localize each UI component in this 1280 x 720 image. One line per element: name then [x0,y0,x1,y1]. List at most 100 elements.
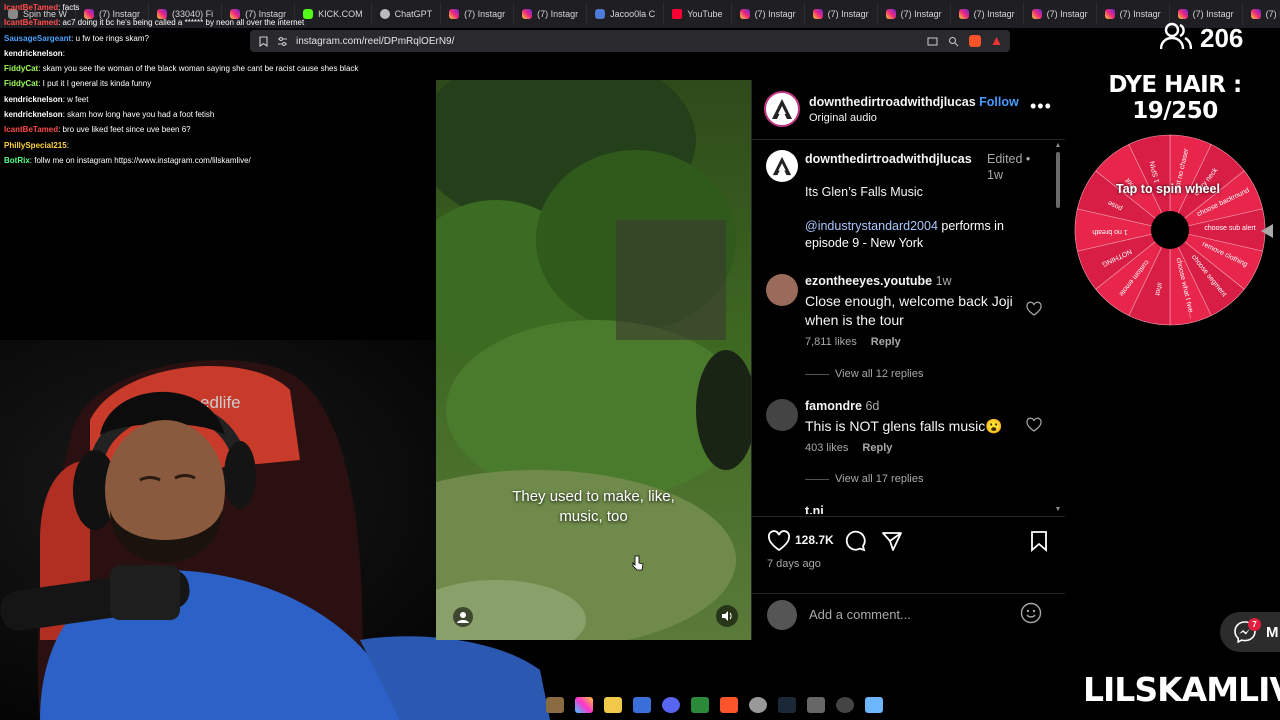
spin-wheel[interactable]: shot no chaser crazy neck choose backround… [1073,133,1267,327]
stream-chat: IcantBeTamed: facts IcantBeTamed: ac7 doi… [0,0,420,170]
commenter-username[interactable]: famondre [805,399,862,413]
tagged-people-icon[interactable] [453,607,473,627]
spin-wheel-graphic[interactable]: shot no chaser crazy neckchoose backround… [1073,133,1267,327]
chat-username[interactable]: BotRix [4,156,30,165]
rewards-icon[interactable] [991,36,1002,47]
follow-button[interactable]: Follow [979,95,1019,109]
view-replies[interactable]: View all 17 replies [805,473,923,485]
file-explorer-icon[interactable] [604,697,622,713]
chat-text: : skam how long have you had a foot feti… [62,110,215,120]
messenger-bubble[interactable]: 7 M [1220,612,1280,652]
commenter-avatar[interactable] [766,274,798,306]
browser-tab[interactable]: (7) Instagr [1243,3,1280,25]
browser-tab-label: (7) Instagr [827,9,869,19]
steam-icon[interactable] [778,697,796,713]
browser-tab-label: (7) Instagr [900,9,942,19]
chat-message: kendricknelson: w feet [0,92,420,107]
scroll-down-icon[interactable]: ▼ [1054,506,1062,514]
chat-username[interactable]: IcantBeTamed [4,18,58,27]
post-time-ago: 7 days ago [767,558,821,570]
partial-comment-user[interactable]: t.ni [805,504,824,514]
brave-shields-icon[interactable] [969,35,981,47]
browser-tab[interactable]: (7) Instagr [805,3,878,25]
browser-tab[interactable]: (7) Instagr [1097,3,1170,25]
ig-favicon-icon [958,9,969,19]
heart-icon[interactable] [1026,417,1042,433]
ig-favicon-icon [522,9,533,19]
comment-icon[interactable] [844,530,866,552]
chat-username[interactable]: FiddyCat [4,64,38,73]
taskbar-app-icon[interactable] [546,697,564,713]
comments-list[interactable]: downthedirtroadwithdjlucas Edited • 1w I… [752,140,1057,514]
chat-username[interactable]: IcantBeTamed [4,3,58,12]
comment-input[interactable] [809,604,1009,624]
view-replies-label[interactable]: View all 12 replies [835,368,923,380]
scrollbar-thumb[interactable] [1056,152,1060,208]
like-heart-icon[interactable] [767,530,791,552]
store-icon[interactable] [633,697,651,713]
chat-message: FiddyCat: I put it I general its kinda f… [0,76,420,91]
browser-tab[interactable]: YouTube [664,3,732,25]
share-icon[interactable] [881,530,903,552]
messenger-badge: 7 [1248,618,1261,631]
mouse-cursor-icon [632,555,644,571]
scroll-up-icon[interactable]: ▲ [1054,142,1062,150]
author-username[interactable]: downthedirtroadwithdjlucas [809,95,976,109]
chat-username[interactable]: kendricknelson [4,49,63,58]
caption-author-avatar[interactable] [766,150,798,182]
comment-likes[interactable]: 7,811 likes [805,336,857,348]
unmute-icon[interactable] [716,605,738,627]
zoom-icon[interactable] [948,36,959,47]
brave-icon[interactable] [720,697,738,713]
chat-username[interactable]: FiddyCat [4,79,38,88]
view-replies-label[interactable]: View all 17 replies [835,473,923,485]
taskbar-app-icon[interactable] [836,697,854,713]
heart-icon[interactable] [1026,301,1042,317]
reel-video[interactable]: They used to make, like, music, too [436,80,751,640]
taskbar-app-icon[interactable] [807,697,825,713]
chrome-icon[interactable] [749,697,767,713]
mention-link[interactable]: @industrystandard2004 [805,219,938,233]
chat-text: : ac7 doing it bc he's being called a **… [58,18,305,28]
view-replies[interactable]: View all 12 replies [805,368,923,380]
notepad-icon[interactable] [865,697,883,713]
commenter-avatar[interactable] [766,399,798,431]
browser-tab[interactable]: (7) Instagr [1024,3,1097,25]
caption-author-username[interactable]: downthedirtroadwithdjlucas [805,151,983,167]
chat-username[interactable]: kendricknelson [4,110,63,119]
caption-meta: Edited • 1w [987,152,1031,182]
chat-text: : [62,48,65,58]
reply-button[interactable]: Reply [871,336,901,348]
browser-tab[interactable]: (7) Instagr [441,3,515,25]
chat-username[interactable]: IcantBeTamed [4,125,58,134]
ig-favicon-icon [449,9,460,19]
reply-button[interactable]: Reply [862,442,892,454]
copilot-icon[interactable] [575,697,593,713]
browser-tab[interactable]: (7) Instagr [732,3,805,25]
browser-tab[interactable]: (7) Instagr [878,3,951,25]
chat-username[interactable]: SausageSargeant [4,34,71,43]
viewer-counter: 206 [1159,22,1243,55]
taskbar-app-icon[interactable] [691,697,709,713]
ig-favicon-icon [739,9,750,19]
emoji-icon[interactable] [1020,602,1042,624]
author-avatar[interactable] [764,91,800,127]
reel-caption-line-1: They used to make, like, [512,488,675,505]
like-count[interactable]: 128.7K [795,533,834,547]
comments-scrollbar[interactable]: ▲ ▼ [1054,142,1062,514]
more-options-icon[interactable]: ••• [1030,96,1052,117]
chat-username[interactable]: PhillySpecial215 [4,141,67,150]
save-bookmark-icon[interactable] [1029,530,1049,552]
ig-favicon-icon [1031,9,1042,19]
audio-label[interactable]: Original audio [809,112,877,124]
comment-likes[interactable]: 403 likes [805,442,848,454]
cast-icon[interactable] [927,36,938,47]
chat-username[interactable]: kendricknelson [4,95,63,104]
commenter-username[interactable]: ezontheeyes.youtube [805,274,932,288]
browser-tab[interactable]: Jacoo0la C [587,3,665,25]
discord-icon[interactable] [662,697,680,713]
browser-tab[interactable]: (7) Instagr [951,3,1024,25]
wheel-hub[interactable] [1151,211,1189,249]
post-header: downthedirtroadwithdjlucas Follow Origin… [752,80,1065,140]
browser-tab[interactable]: (7) Instagr [514,3,588,25]
